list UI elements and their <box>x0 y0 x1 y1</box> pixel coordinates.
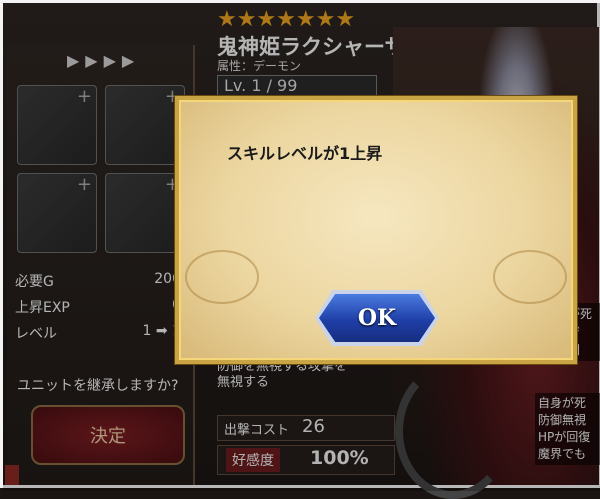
skill-level-up-dialog: スキルレベルが1上昇 OK <box>175 96 577 364</box>
flourish-decoration <box>493 250 567 304</box>
ok-button[interactable]: OK <box>319 294 435 342</box>
game-screen: ▶▶▶▶ + + + + 必要G 200 上昇EXP 0 レベル 1 ➡ 1 ユ… <box>0 0 600 499</box>
flourish-decoration <box>185 250 259 304</box>
dialog-message: スキルレベルが1上昇 <box>227 144 383 163</box>
